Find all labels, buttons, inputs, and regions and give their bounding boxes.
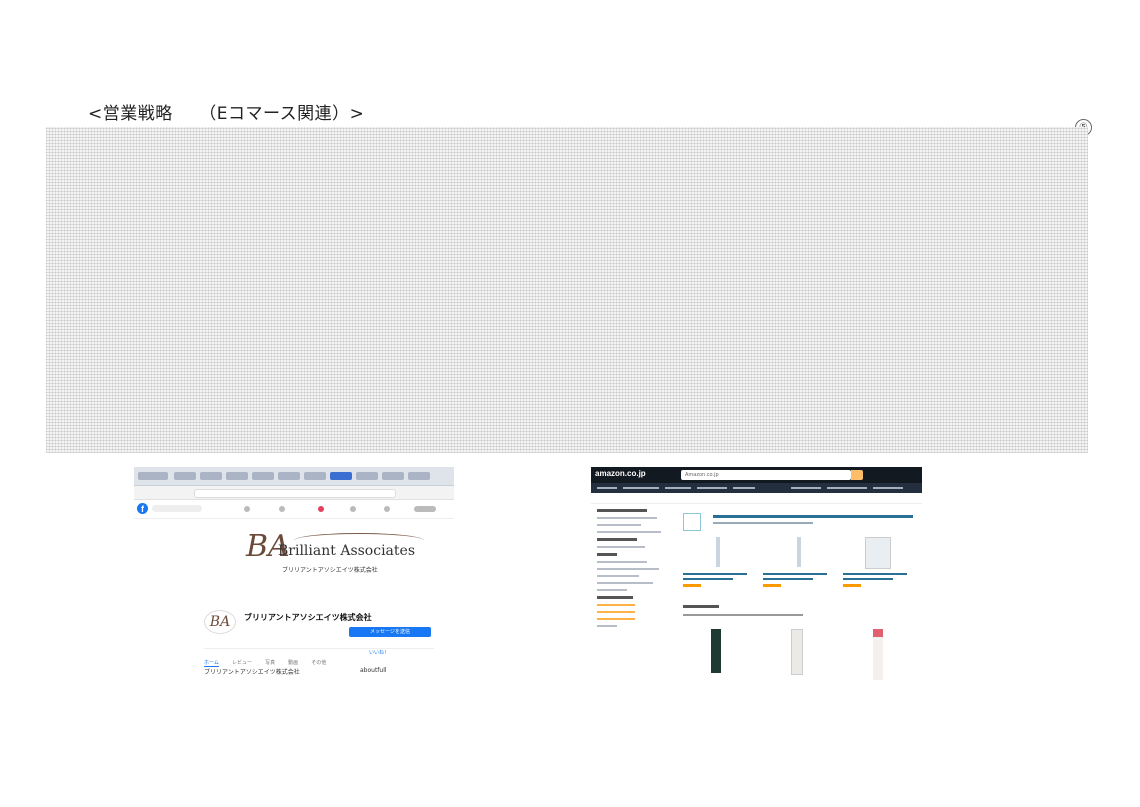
product-title xyxy=(763,573,827,575)
search-icon xyxy=(851,470,863,480)
product-image xyxy=(716,537,720,567)
tab-home: ホーム xyxy=(204,660,219,667)
store-subtitle xyxy=(713,522,813,524)
footer-right-label: aboutfull xyxy=(360,667,387,674)
search-input: Amazon.co.jp xyxy=(681,470,851,480)
page-name: ブリリアントアソシエイツ株式会社 xyxy=(244,613,372,622)
brand-logo xyxy=(683,513,701,531)
product-title xyxy=(763,578,813,580)
product-title xyxy=(843,573,907,575)
message-button: メッセージを送信 xyxy=(349,627,431,637)
product-title xyxy=(683,573,747,575)
product-image xyxy=(711,629,721,673)
redacted-text-block xyxy=(46,127,1088,453)
amazon-logo: amazon.co.jp xyxy=(595,469,646,478)
page-heading: <営業戦略 （Eコマース関連）> xyxy=(88,104,365,124)
facebook-nav-bar: f xyxy=(134,500,454,519)
page-tabs: ホーム レビュー 写真 動画 その他 xyxy=(204,648,434,667)
product-title xyxy=(683,578,733,580)
amazon-header: amazon.co.jp Amazon.co.jp xyxy=(591,467,922,483)
product-image xyxy=(865,537,891,569)
filter-sidebar xyxy=(597,509,667,632)
tab-videos: 動画 xyxy=(288,660,299,666)
section-description xyxy=(683,614,803,616)
like-button: いいね！ xyxy=(369,650,390,656)
facebook-logo-icon: f xyxy=(137,503,148,514)
product-title xyxy=(843,578,893,580)
footer-page-name: ブリリアントアソシエイツ株式会社 xyxy=(204,669,300,676)
product-rating xyxy=(763,584,781,587)
amazon-nav-bar xyxy=(591,483,922,493)
product-image xyxy=(873,629,883,680)
tab-reviews: レビュー xyxy=(231,660,252,666)
browser-address-bar xyxy=(134,486,454,500)
breadcrumb xyxy=(591,493,922,504)
cover-title: Brilliant Associates xyxy=(278,543,415,559)
facebook-page-screenshot: f BA Brilliant Associates ブリリアントアソシエイツ株式… xyxy=(134,467,454,680)
browser-tab-bar xyxy=(134,467,454,486)
cover-image: BA Brilliant Associates ブリリアントアソシエイツ株式会社 xyxy=(194,525,424,587)
product-image xyxy=(791,629,803,675)
product-image xyxy=(797,537,801,567)
tab-photos: 写真 xyxy=(265,660,276,666)
avatar: BA xyxy=(204,610,236,634)
amazon-store-screenshot: amazon.co.jp Amazon.co.jp xyxy=(591,467,922,680)
tab-more: その他 xyxy=(311,660,327,666)
search-input xyxy=(152,505,202,512)
cover-subtitle: ブリリアントアソシエイツ株式会社 xyxy=(282,567,378,574)
store-title xyxy=(713,515,913,518)
product-rating xyxy=(683,584,701,587)
section-heading xyxy=(683,605,719,608)
product-rating xyxy=(843,584,861,587)
